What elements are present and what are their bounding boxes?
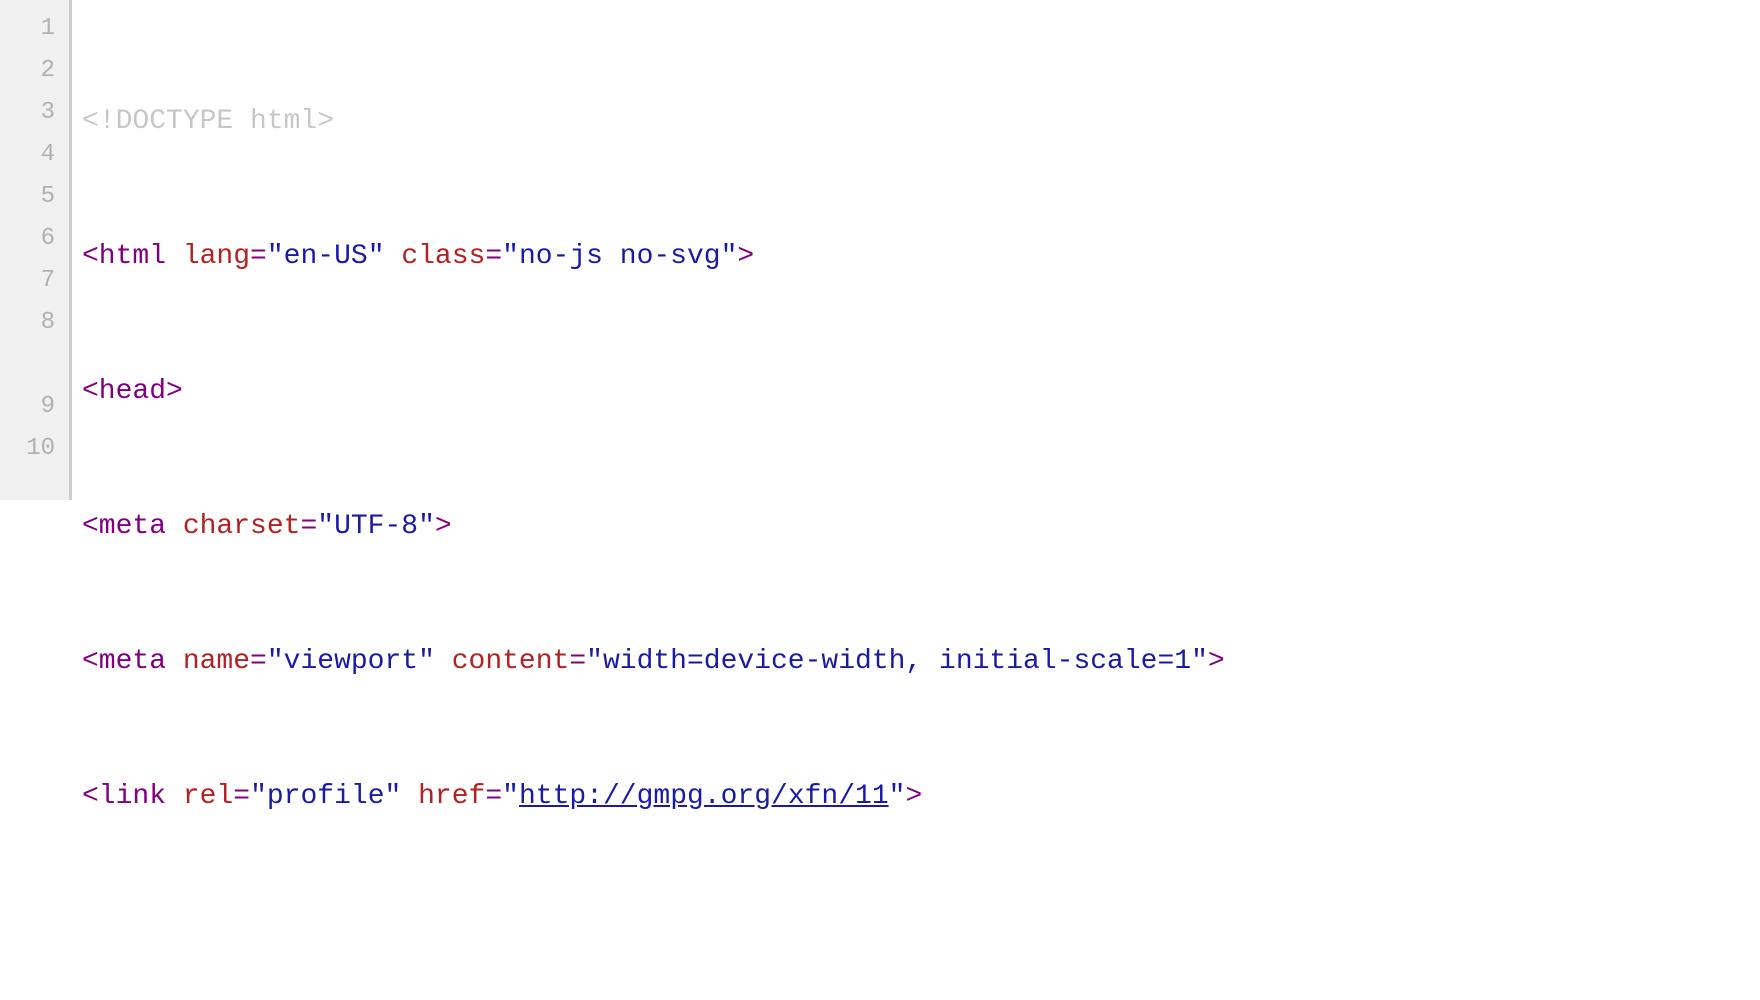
- line-number: 6: [0, 218, 69, 260]
- line-number: 9: [0, 386, 69, 428]
- line-number: 5: [0, 176, 69, 218]
- code-line: <!DOCTYPE html>: [82, 101, 1760, 143]
- line-number: 8: [0, 302, 69, 344]
- code-line: <link rel="profile" href="http://gmpg.or…: [82, 776, 1760, 818]
- line-number: 4: [0, 134, 69, 176]
- doctype: <!DOCTYPE html>: [82, 106, 334, 137]
- line-number: 1: [0, 8, 69, 50]
- code-line: <meta name="viewport" content="width=dev…: [82, 641, 1760, 683]
- line-number-wrap: [0, 344, 69, 386]
- code-line: [82, 911, 1760, 953]
- code-line: <head>: [82, 371, 1760, 413]
- code-line: <meta charset="UTF-8">: [82, 506, 1760, 548]
- link-url: http://gmpg.org/xfn/11: [519, 781, 889, 812]
- line-number: 2: [0, 50, 69, 92]
- code-line: <html lang="en-US" class="no-js no-svg">: [82, 236, 1760, 278]
- line-number: 3: [0, 92, 69, 134]
- line-number: 7: [0, 260, 69, 302]
- line-number: 10: [0, 428, 69, 470]
- code-editor: 1 2 3 4 5 6 7 8 9 10 <!DOCTYPE html> <ht…: [0, 0, 1760, 500]
- line-gutter: 1 2 3 4 5 6 7 8 9 10: [0, 0, 72, 500]
- code-area[interactable]: <!DOCTYPE html> <html lang="en-US" class…: [72, 0, 1760, 500]
